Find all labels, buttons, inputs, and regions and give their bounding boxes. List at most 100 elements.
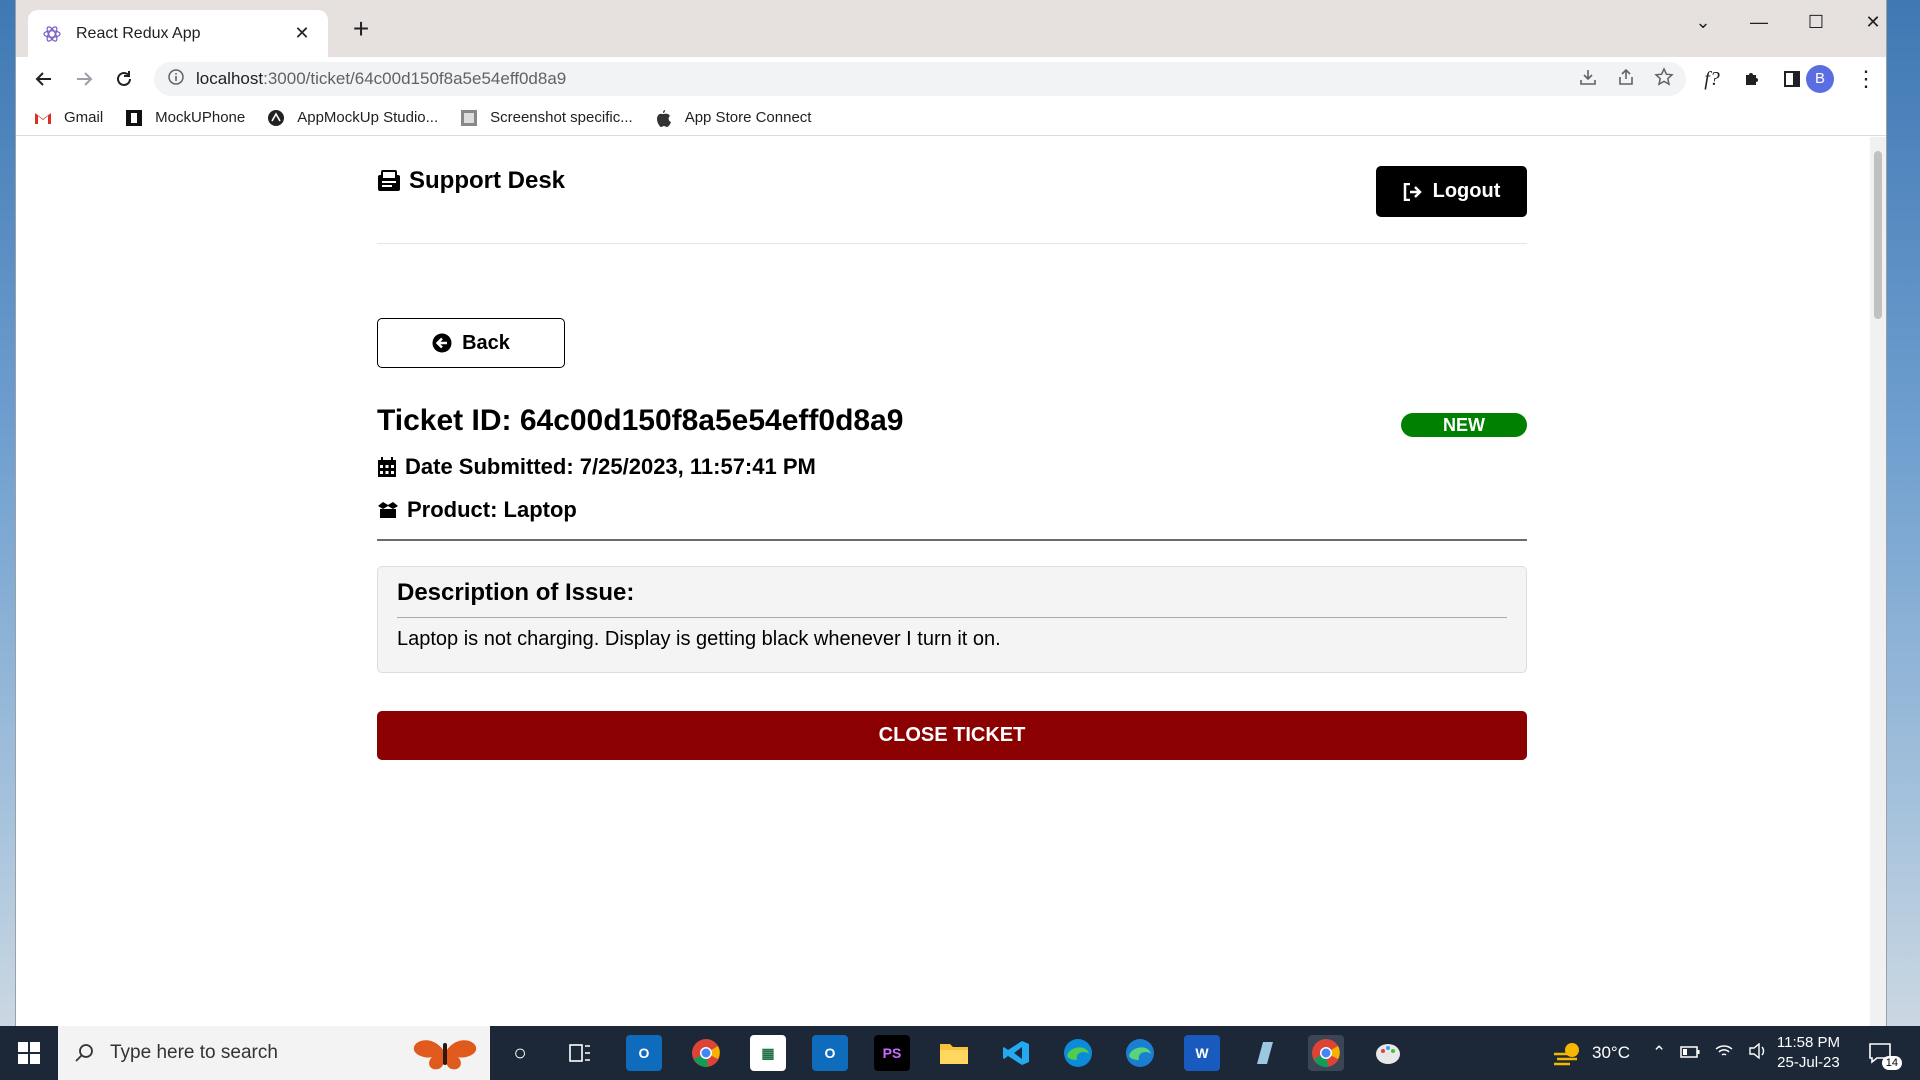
close-ticket-button[interactable]: CLOSE TICKET — [377, 711, 1527, 760]
clock-time: 11:58 PM — [1776, 1034, 1840, 1051]
logout-button[interactable]: Logout — [1376, 166, 1527, 217]
chevron-up-icon[interactable]: ⌃ — [1652, 1043, 1666, 1063]
volume-icon[interactable] — [1748, 1042, 1768, 1064]
description-text: Laptop is not charging. Display is getti… — [397, 628, 1001, 650]
tab-search-icon[interactable]: ⌄ — [1680, 8, 1726, 36]
tab-title: React Redux App — [76, 24, 201, 42]
edge-beta-icon[interactable] — [1122, 1035, 1158, 1071]
wifi-icon[interactable] — [1714, 1043, 1734, 1064]
box-open-icon — [377, 501, 399, 519]
reload-icon[interactable] — [108, 63, 140, 95]
bookmark-label: MockUPhone — [155, 109, 246, 126]
bookmark-label: Screenshot specific... — [490, 109, 633, 126]
weather-widget[interactable]: 30°C — [1552, 1026, 1630, 1080]
chrome-profile-icon[interactable] — [1308, 1035, 1344, 1071]
extensions-puzzle-icon[interactable] — [1736, 63, 1768, 95]
file-explorer-icon[interactable] — [936, 1035, 972, 1071]
menu-kebab-icon[interactable]: ⋮ — [1850, 63, 1882, 95]
paint-icon[interactable] — [1370, 1035, 1406, 1071]
ticket-icon — [377, 170, 401, 192]
bookmarks-bar: Gmail MockUPhone AppMockUp Studio... Scr… — [16, 100, 1886, 136]
start-button[interactable] — [0, 1026, 58, 1080]
taskbar-search[interactable]: Type here to search — [58, 1026, 490, 1080]
windows-taskbar: Type here to search ○ O ▦ O PS W 30°C ⌃ … — [0, 1026, 1920, 1080]
forward-arrow-icon[interactable] — [68, 63, 100, 95]
react-favicon-icon — [42, 24, 62, 44]
search-icon — [74, 1043, 94, 1063]
edge-icon[interactable] — [1060, 1035, 1096, 1071]
windows-logo-icon — [18, 1042, 40, 1064]
ticket-id-heading: Ticket ID: 64c00d150f8a5e54eff0d8a9 — [377, 404, 904, 437]
weather-temp: 30°C — [1592, 1043, 1630, 1062]
new-tab-button[interactable]: + — [346, 14, 376, 44]
screenshot-icon — [460, 109, 478, 127]
maximize-button[interactable]: ☐ — [1793, 8, 1839, 36]
page-content: Support Desk Logout Back Ticket ID: 64c0… — [16, 137, 1886, 1026]
search-placeholder: Type here to search — [110, 1042, 278, 1063]
system-tray: ⌃ — [1652, 1026, 1768, 1080]
browser-tab[interactable]: React Redux App ✕ — [28, 10, 328, 57]
gmail-icon — [34, 109, 52, 127]
cortana-icon[interactable]: ○ — [502, 1035, 538, 1071]
back-button[interactable]: Back — [377, 318, 565, 368]
notes-app-icon[interactable] — [1246, 1035, 1282, 1071]
task-view-icon[interactable] — [562, 1035, 598, 1071]
app-logo[interactable]: Support Desk — [377, 167, 565, 195]
close-window-button[interactable]: ✕ — [1850, 8, 1896, 36]
browser-window: React Redux App ✕ + ⌄ — ☐ ✕ localhost:30… — [16, 0, 1886, 1026]
bookmark-screenshot[interactable]: Screenshot specific... — [460, 109, 633, 127]
logout-label: Logout — [1432, 180, 1501, 202]
app-header: Support Desk Logout — [377, 137, 1527, 244]
product-text: Product: Laptop — [407, 497, 577, 522]
status-badge: NEW — [1401, 413, 1527, 437]
back-label: Back — [462, 331, 510, 354]
mockuphone-icon — [125, 109, 143, 127]
tab-strip: React Redux App ✕ + ⌄ — ☐ ✕ — [16, 0, 1886, 57]
butterfly-icon — [410, 1033, 480, 1073]
apple-icon — [655, 109, 673, 127]
bookmark-appmockup[interactable]: AppMockUp Studio... — [267, 109, 438, 127]
phpstorm-icon[interactable]: PS — [874, 1035, 910, 1071]
bookmark-label: App Store Connect — [684, 109, 812, 126]
notification-icon: 14 — [1868, 1042, 1902, 1070]
battery-icon[interactable] — [1680, 1043, 1700, 1063]
install-icon[interactable] — [1578, 67, 1598, 92]
page-scrollbar[interactable] — [1870, 137, 1886, 1026]
date-text: Date Submitted: 7/25/2023, 11:57:41 PM — [405, 454, 816, 479]
notification-center[interactable]: 14 — [1868, 1026, 1902, 1080]
clock-date: 25-Jul-23 — [1777, 1054, 1840, 1071]
word-icon[interactable]: W — [1184, 1035, 1220, 1071]
share-icon[interactable] — [1616, 67, 1636, 92]
tab-close-icon[interactable]: ✕ — [290, 23, 314, 44]
bookmark-gmail[interactable]: Gmail — [34, 109, 103, 127]
bookmark-app-store-connect[interactable]: App Store Connect — [655, 109, 812, 127]
date-submitted: Date Submitted: 7/25/2023, 11:57:41 PM — [377, 454, 816, 480]
bookmark-mockuphone[interactable]: MockUPhone — [125, 109, 245, 127]
vscode-icon[interactable] — [998, 1035, 1034, 1071]
scrollbar-thumb[interactable] — [1874, 151, 1882, 319]
browser-toolbar: localhost:3000/ticket/64c00d150f8a5e54ef… — [16, 57, 1886, 100]
description-box: Description of Issue: Laptop is not char… — [377, 566, 1527, 673]
clock[interactable]: 11:58 PM 25-Jul-23 — [1777, 1033, 1840, 1073]
minimize-button[interactable]: — — [1736, 8, 1782, 36]
section-divider — [377, 539, 1527, 541]
calendar-icon — [377, 456, 397, 478]
chrome-icon[interactable] — [688, 1035, 724, 1071]
bookmark-label: AppMockUp Studio... — [297, 109, 439, 126]
outlook-icon[interactable]: O — [812, 1035, 848, 1071]
back-arrow-icon[interactable] — [28, 63, 60, 95]
side-panel-icon[interactable] — [1776, 63, 1808, 95]
description-title: Description of Issue: — [397, 579, 1507, 618]
formula-extension-icon[interactable]: f? — [1696, 63, 1728, 95]
bookmark-star-icon[interactable] — [1654, 66, 1674, 92]
site-info-icon[interactable] — [168, 68, 184, 90]
profile-avatar[interactable]: B — [1806, 65, 1834, 93]
app-container: Support Desk Logout Back Ticket ID: 64c0… — [377, 137, 1527, 760]
address-bar[interactable]: localhost:3000/ticket/64c00d150f8a5e54ef… — [154, 62, 1686, 96]
appmockup-icon — [267, 109, 285, 127]
logo-text: Support Desk — [409, 167, 566, 194]
notification-count: 14 — [1881, 1056, 1902, 1070]
outlook-beta-icon[interactable]: O — [626, 1035, 662, 1071]
product-info: Product: Laptop — [377, 497, 577, 523]
notepad-icon[interactable]: ▦ — [750, 1035, 786, 1071]
